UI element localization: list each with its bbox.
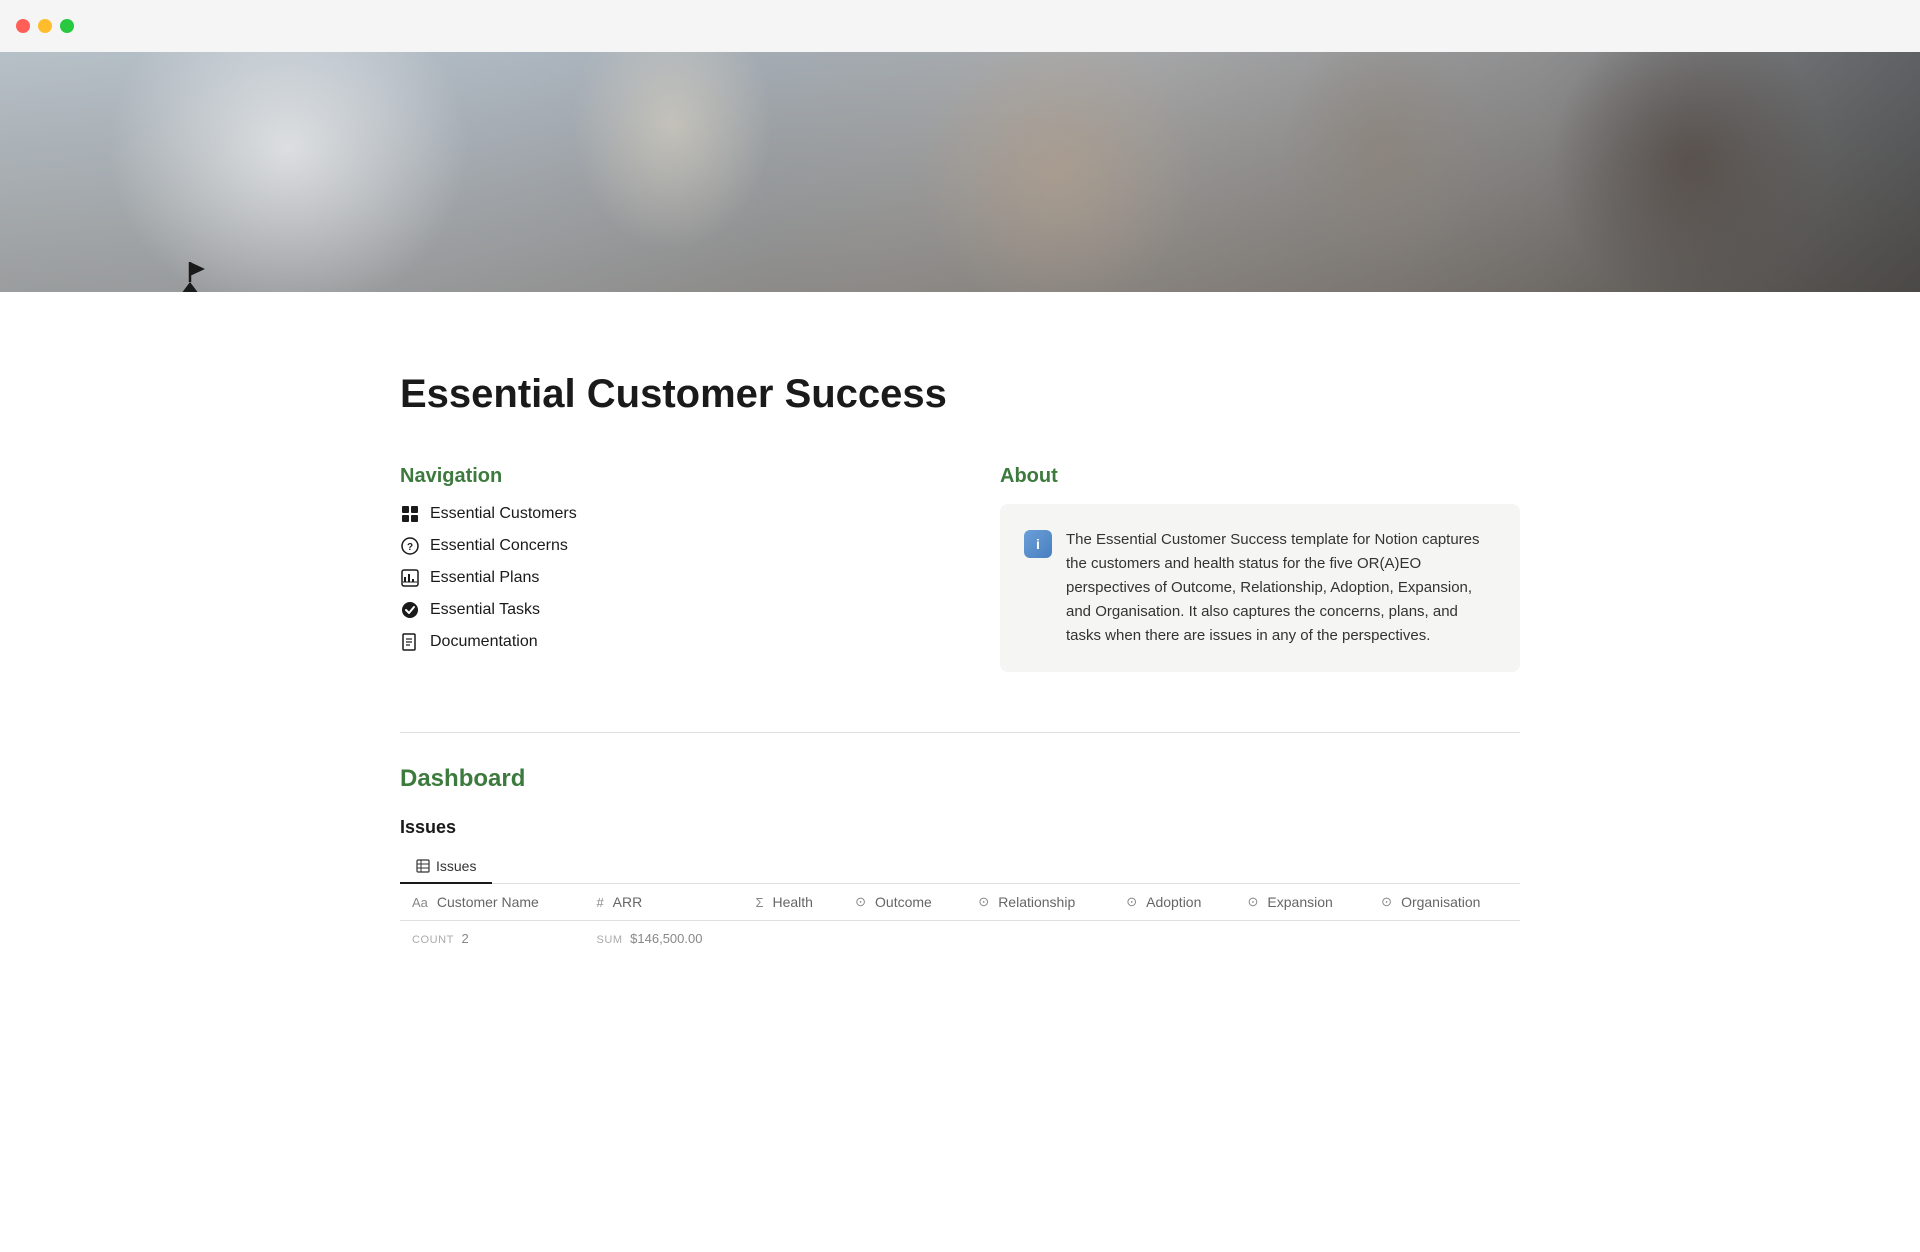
circle-type-icon-2: ⊙ (978, 894, 989, 910)
hero-people-image (0, 52, 1920, 292)
hero-bg-effect (0, 52, 1920, 292)
sum-type-icon: Σ (755, 895, 763, 910)
two-column-layout: Navigation Essential Customers (400, 465, 1520, 672)
issues-title: Issues (400, 817, 1520, 838)
nav-label-essential-plans: Essential Plans (430, 569, 539, 587)
col-arr[interactable]: # ARR (584, 884, 743, 921)
svg-text:?: ? (407, 542, 413, 553)
about-section: About i The Essential Customer Success t… (1000, 465, 1520, 672)
hero-banner (0, 52, 1920, 292)
titlebar (0, 0, 1920, 52)
about-heading: About (1000, 465, 1520, 488)
question-icon: ? (400, 536, 420, 556)
chart-icon (400, 568, 420, 588)
col-organisation[interactable]: ⊙ Organisation (1369, 884, 1520, 921)
page-content: Essential Customer Success Navigation (0, 52, 1920, 956)
main-content: Essential Customer Success Navigation (260, 292, 1660, 956)
col-health[interactable]: Σ Health (743, 884, 843, 921)
circle-type-icon-3: ⊙ (1126, 894, 1137, 910)
table-icon (416, 859, 430, 873)
nav-item-essential-concerns[interactable]: ? Essential Concerns (400, 536, 920, 556)
minimize-button[interactable] (38, 19, 52, 33)
nav-label-essential-concerns: Essential Concerns (430, 537, 568, 555)
issues-table: Aa Customer Name # ARR (400, 884, 1520, 956)
nav-item-essential-tasks[interactable]: Essential Tasks (400, 600, 920, 620)
sum-value: $146,500.00 (630, 931, 702, 946)
nav-item-essential-plans[interactable]: Essential Plans (400, 568, 920, 588)
about-description: The Essential Customer Success template … (1066, 528, 1496, 648)
navigation-section: Navigation Essential Customers (400, 465, 920, 672)
mountain-logo-icon (140, 257, 240, 292)
col-customer-name[interactable]: Aa Customer Name (400, 884, 584, 921)
nav-item-essential-customers[interactable]: Essential Customers (400, 504, 920, 524)
doc-icon (400, 632, 420, 652)
table-footer-row: COUNT 2 SUM $146,500.00 (400, 921, 1520, 957)
col-adoption[interactable]: ⊙ Adoption (1114, 884, 1235, 921)
circle-type-icon-1: ⊙ (855, 894, 866, 910)
page-title: Essential Customer Success (400, 372, 1520, 417)
text-type-icon: Aa (412, 895, 428, 910)
about-box: i The Essential Customer Success templat… (1000, 504, 1520, 672)
grid-icon (400, 504, 420, 524)
number-type-icon: # (596, 895, 603, 910)
dashboard-section: Dashboard Issues Issues (400, 732, 1520, 956)
navigation-heading: Navigation (400, 465, 920, 488)
issues-container: Issues Issues (400, 817, 1520, 956)
close-button[interactable] (16, 19, 30, 33)
dashboard-heading: Dashboard (400, 765, 1520, 793)
navigation-list: Essential Customers ? Essential Concerns (400, 504, 920, 652)
maximize-button[interactable] (60, 19, 74, 33)
circle-type-icon-5: ⊙ (1381, 894, 1392, 910)
tab-issues[interactable]: Issues (400, 850, 492, 884)
info-icon: i (1024, 530, 1052, 558)
circle-type-icon-4: ⊙ (1248, 894, 1259, 910)
nav-label-essential-customers: Essential Customers (430, 505, 577, 523)
col-outcome[interactable]: ⊙ Outcome (843, 884, 966, 921)
col-expansion[interactable]: ⊙ Expansion (1236, 884, 1370, 921)
col-relationship[interactable]: ⊙ Relationship (966, 884, 1114, 921)
count-value: 2 (461, 931, 468, 946)
check-circle-icon (400, 600, 420, 620)
nav-label-documentation: Documentation (430, 633, 538, 651)
sum-label: SUM (596, 934, 622, 946)
logo-container (140, 257, 240, 292)
count-label: COUNT (412, 934, 454, 946)
tab-issues-label: Issues (436, 858, 476, 874)
nav-label-essential-tasks: Essential Tasks (430, 601, 540, 619)
tab-bar: Issues (400, 850, 1520, 884)
nav-item-documentation[interactable]: Documentation (400, 632, 920, 652)
